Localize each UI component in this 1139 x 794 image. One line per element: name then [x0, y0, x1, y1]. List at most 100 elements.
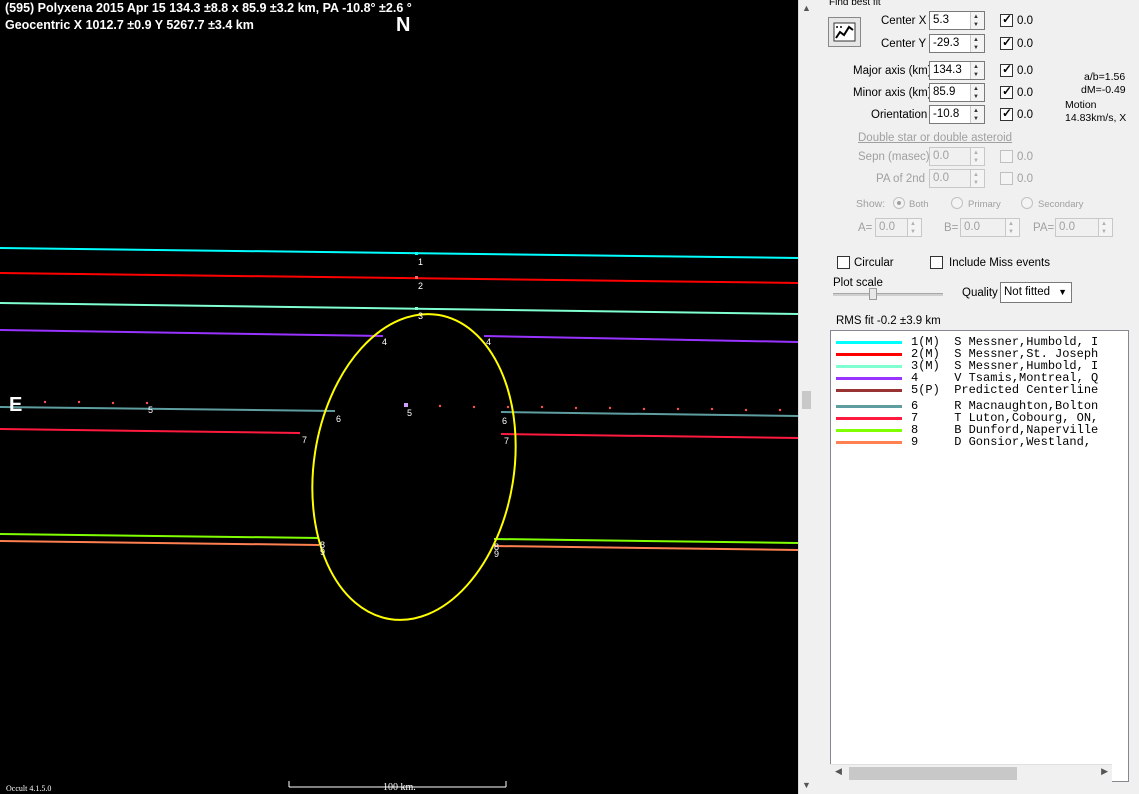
plot-vertical-scrollbar[interactable]: ▲ ▼ [798, 0, 815, 794]
slider-knob[interactable] [869, 288, 877, 300]
chord-6-line-east [500, 411, 798, 417]
sepn-input[interactable]: 0.0 ▲ ▼ [929, 147, 985, 166]
pa-2nd-fit-checkbox[interactable] [1000, 172, 1013, 185]
east-indicator: E [9, 394, 23, 416]
chord-4-line-west [0, 329, 384, 337]
major-axis-stepper[interactable]: ▲ ▼ [970, 62, 984, 79]
sepn-stepper[interactable]: ▲ ▼ [970, 148, 984, 165]
show-both-label: Both [909, 199, 929, 210]
minor-axis-fit-checkbox[interactable] [1000, 84, 1013, 99]
chord-9-line-east [493, 545, 798, 551]
orientation-label: Orientation [871, 109, 928, 121]
chord-8-line-west [0, 533, 320, 539]
b-input[interactable]: 0.0 ▲ ▼ [960, 218, 1020, 237]
pa-label: PA= [1033, 222, 1055, 234]
centerline-dot [438, 404, 442, 408]
a-stepper[interactable]: ▲ ▼ [907, 219, 921, 236]
list-item[interactable]: 5(P) Predicted Centerline [831, 383, 1127, 397]
a-input[interactable]: 0.0 ▲ ▼ [875, 218, 922, 237]
geocentric-header: Geocentric X 1012.7 ±0.9 Y 5267.7 ±3.4 k… [5, 18, 254, 32]
center-x-label: Center X [881, 15, 927, 27]
rms-fit-readout: RMS fit -0.2 ±3.9 km [836, 315, 941, 327]
chord-2-line [0, 272, 798, 284]
orientation-stepper[interactable]: ▲ ▼ [970, 106, 984, 123]
center-y-label: Center Y [881, 38, 927, 50]
b-stepper[interactable]: ▲ ▼ [1005, 219, 1019, 236]
event-header: (595) Polyxena 2015 Apr 15 134.3 ±8.8 x … [5, 1, 412, 15]
chord-label: 5 [148, 405, 153, 415]
pa-input[interactable]: 0.0 ▲ ▼ [1055, 218, 1113, 237]
chord-7-line-west [0, 428, 301, 434]
scroll-right-arrow-icon[interactable]: ▶ [1101, 766, 1108, 777]
center-y-input[interactable]: -29.3 ▲ ▼ [929, 34, 985, 53]
chord-1 [0, 247, 798, 259]
centerline-dot [111, 401, 115, 405]
b-label: B= [944, 222, 959, 234]
observer-color-swatch [836, 341, 902, 344]
center-x-stepper[interactable]: ▲ ▼ [970, 12, 984, 29]
show-primary-radio[interactable] [951, 197, 963, 209]
include-miss-checkbox[interactable] [930, 256, 943, 269]
minor-axis-input[interactable]: 85.9 ▲ ▼ [929, 83, 985, 102]
centerline-dot [676, 407, 680, 411]
pa-2nd-step: 0.0 [1017, 173, 1033, 185]
sepn-fit-checkbox[interactable] [1000, 150, 1013, 163]
observer-color-swatch [836, 429, 902, 432]
orientation-fit-checkbox[interactable] [1000, 106, 1013, 121]
chord-2-event-marker [415, 276, 418, 279]
centerline-dot [77, 400, 81, 404]
show-primary-label: Primary [968, 199, 1001, 210]
major-axis-input[interactable]: 134.3 ▲ ▼ [929, 61, 985, 80]
center-x-fit-checkbox[interactable] [1000, 12, 1013, 27]
observer-list[interactable]: 1(M) S Messner,Humbold, I 2(M) S Messner… [830, 330, 1129, 782]
centerline-dot [710, 407, 714, 411]
pa-stepper[interactable]: ▲ ▼ [1098, 219, 1112, 236]
centerline-dot [145, 401, 149, 405]
chord-7-line-east [500, 433, 798, 439]
scrollbar-thumb[interactable] [849, 767, 1017, 780]
minor-axis-label: Minor axis (km) [853, 87, 932, 99]
double-star-link[interactable]: Double star or double asteroid [858, 132, 1012, 144]
pa-2nd-label: PA of 2nd [876, 173, 926, 185]
find-best-fit-label: Find best fit [829, 0, 881, 8]
find-best-fit-button[interactable] [828, 17, 861, 47]
show-both-radio[interactable] [893, 197, 905, 209]
scroll-up-arrow-icon[interactable]: ▲ [802, 3, 811, 13]
minor-axis-stepper[interactable]: ▲ ▼ [970, 84, 984, 101]
show-secondary-radio[interactable] [1021, 197, 1033, 209]
motion-label: Motion [1065, 99, 1097, 111]
scroll-left-arrow-icon[interactable]: ◀ [835, 766, 842, 777]
occultation-plot[interactable]: 1 2 3 4 4 5 5 6 6 7 7 8 8 9 9 (595) Poly… [0, 0, 798, 794]
pa-2nd-stepper[interactable]: ▲ ▼ [970, 170, 984, 187]
observer-color-swatch [836, 417, 902, 420]
major-axis-fit-checkbox[interactable] [1000, 62, 1013, 77]
quality-select[interactable]: Not fitted ▼ [1000, 282, 1072, 303]
center-y-fit-checkbox[interactable] [1000, 35, 1013, 50]
chord-label: 3 [418, 311, 423, 321]
circular-checkbox[interactable] [837, 256, 850, 269]
center-x-input[interactable]: 5.3 ▲ ▼ [929, 11, 985, 30]
plot-scale-slider[interactable] [833, 288, 945, 300]
list-item[interactable]: 9 D Gonsior,Westland, [831, 435, 1127, 449]
observer-list-horizontal-scrollbar[interactable]: ◀ ▶ [830, 764, 1112, 782]
orientation-step: 0.0 [1017, 109, 1033, 121]
chord-label: 4 [486, 337, 491, 347]
ellipse-center-marker [404, 403, 408, 407]
center-y-stepper[interactable]: ▲ ▼ [970, 35, 984, 52]
observer-color-swatch [836, 365, 902, 368]
delta-magnitude-readout: dM=-0.49 [1081, 84, 1126, 96]
slider-track [833, 293, 943, 296]
chord-label: 6 [502, 416, 507, 426]
north-indicator: N [396, 14, 411, 36]
pa-2nd-input[interactable]: 0.0 ▲ ▼ [929, 169, 985, 188]
circular-label: Circular [854, 257, 894, 269]
chord-label: 5 [407, 408, 412, 418]
chord-4 [0, 329, 798, 343]
fit-control-panel: Find best fit Center X 5.3 ▲▼ 0.0 Center… [815, 0, 1139, 794]
scrollbar-thumb[interactable] [802, 391, 811, 409]
observer-color-swatch [836, 353, 902, 356]
chord-4-line-east [483, 335, 798, 343]
scroll-down-arrow-icon[interactable]: ▼ [802, 780, 811, 790]
centerline-dot [574, 406, 578, 410]
orientation-input[interactable]: -10.8 ▲ ▼ [929, 105, 985, 124]
